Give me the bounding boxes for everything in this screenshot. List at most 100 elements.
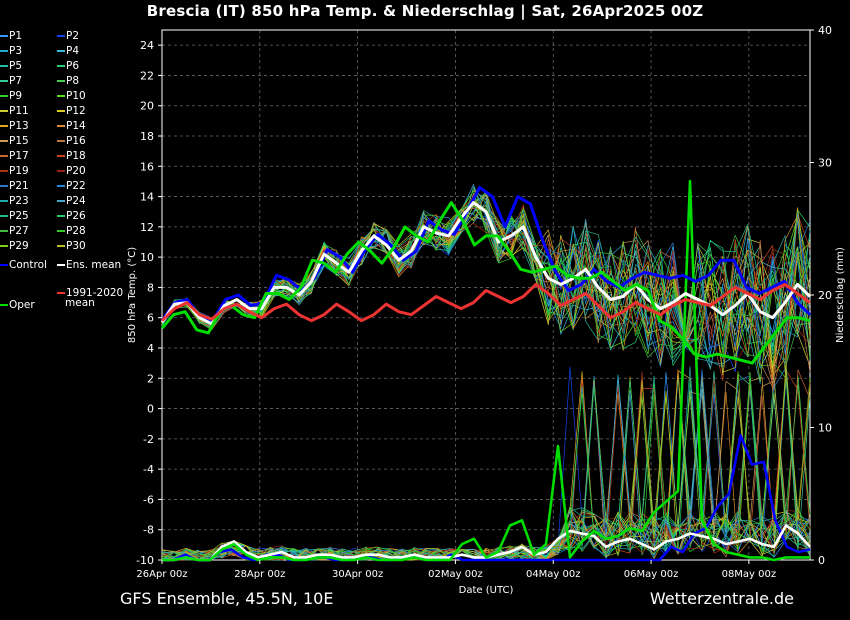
legend-item-p11: P11 xyxy=(0,105,29,119)
legend-swatch xyxy=(57,125,65,127)
legend-item-p21: P21 xyxy=(0,180,29,194)
y-tick-label-left: 20 xyxy=(140,100,154,113)
legend-swatch xyxy=(0,264,8,266)
legend-item-p4: P4 xyxy=(57,45,79,59)
legend-label: P1 xyxy=(9,30,23,42)
member-precip-line xyxy=(161,384,811,561)
member-temp-line xyxy=(161,198,811,378)
legend-item-p6: P6 xyxy=(57,60,79,74)
y-tick-label-left: -4 xyxy=(143,463,154,476)
legend-swatch xyxy=(57,170,65,172)
legend-label: P14 xyxy=(66,120,86,132)
legend-label: P7 xyxy=(9,75,23,87)
legend-swatch xyxy=(57,264,65,266)
legend-item-p16: P16 xyxy=(57,135,86,149)
legend-swatch xyxy=(57,65,65,67)
y-tick-label-left: -10 xyxy=(136,554,154,567)
legend-label: P15 xyxy=(9,135,29,147)
legend-label: P27 xyxy=(9,225,29,237)
legend-item-p20: P20 xyxy=(57,165,86,179)
legend-swatch xyxy=(0,140,8,142)
legend-swatch xyxy=(57,292,65,294)
legend-swatch xyxy=(0,65,8,67)
precip-series-oper xyxy=(162,179,810,562)
model-info: GFS Ensemble, 45.5N, 10E xyxy=(120,589,334,608)
legend-label: P22 xyxy=(66,180,86,192)
legend-label: P12 xyxy=(66,105,86,117)
legend-swatch xyxy=(57,200,65,202)
y-tick-label-left: 4 xyxy=(147,342,154,355)
y-tick-label-left: 6 xyxy=(147,312,154,325)
legend-swatch xyxy=(57,215,65,217)
legend-label: P23 xyxy=(9,195,29,207)
legend-item-p18: P18 xyxy=(57,150,86,164)
legend-label: P9 xyxy=(9,90,23,102)
legend-swatch xyxy=(0,155,8,157)
legend-swatch xyxy=(0,35,8,37)
legend-item-p14: P14 xyxy=(57,120,86,134)
legend-swatch xyxy=(57,245,65,247)
x-tick-label: 28Apr 00z xyxy=(234,569,285,580)
legend-label: Ens. mean xyxy=(66,259,122,271)
y-tick-label-right: 10 xyxy=(818,422,832,435)
y-tick-label-left: 10 xyxy=(140,251,154,264)
legend-swatch xyxy=(57,80,65,82)
legend-item-p29: P29 xyxy=(0,240,29,254)
legend-item-p30: P30 xyxy=(57,240,86,254)
legend-label: P26 xyxy=(66,210,86,222)
legend-item-p9: P9 xyxy=(0,90,22,104)
x-tick-label: 04May 00z xyxy=(526,569,581,580)
y-axis-right-label: Niederschlag (mm) xyxy=(835,247,846,343)
site-credit: Wetterzentrale.de xyxy=(649,589,794,608)
legend-label: P3 xyxy=(9,45,23,57)
legend-swatch xyxy=(0,245,8,247)
legend-item-p19: P19 xyxy=(0,165,29,179)
legend-label: P20 xyxy=(66,165,86,177)
legend-swatch xyxy=(0,50,8,52)
legend-label: P28 xyxy=(66,225,86,237)
legend-item-p28: P28 xyxy=(57,225,86,239)
y-tick-label-left: 0 xyxy=(147,403,154,416)
legend-item-p8: P8 xyxy=(57,75,79,89)
legend-item-p5: P5 xyxy=(0,60,22,74)
legend-swatch xyxy=(57,95,65,97)
legend-item-p26: P26 xyxy=(57,210,86,224)
legend-item-p25: P25 xyxy=(0,210,29,224)
x-tick-label: 30Apr 00z xyxy=(332,569,383,580)
legend-swatch xyxy=(0,110,8,112)
y-tick-label-left: 14 xyxy=(140,191,154,204)
legend-item-p22: P22 xyxy=(57,180,86,194)
x-tick-label: 26Apr 00z xyxy=(136,569,187,580)
legend-item-p27: P27 xyxy=(0,225,29,239)
main-series xyxy=(160,179,812,562)
x-tick-label: 08May 00z xyxy=(722,569,777,580)
legend-swatch xyxy=(0,185,8,187)
legend-swatch xyxy=(57,185,65,187)
legend-label: Control xyxy=(9,259,47,271)
legend-item-p3: P3 xyxy=(0,45,22,59)
legend-swatch xyxy=(0,125,8,127)
y-tick-label-left: 22 xyxy=(140,69,154,82)
legend-item-p17: P17 xyxy=(0,150,29,164)
legend-label: P5 xyxy=(9,60,23,72)
legend-swatch xyxy=(0,215,8,217)
y-tick-label-left: 18 xyxy=(140,130,154,143)
y-tick-label-left: 16 xyxy=(140,160,154,173)
legend-swatch xyxy=(0,95,8,97)
legend-swatch xyxy=(0,80,8,82)
legend-label: P24 xyxy=(66,195,86,207)
legend-label: P13 xyxy=(9,120,29,132)
legend-swatch xyxy=(0,170,8,172)
legend-swatch xyxy=(57,50,65,52)
legend-swatch xyxy=(0,200,8,202)
legend-label: Oper xyxy=(9,299,35,311)
y-tick-label-left: -6 xyxy=(143,493,154,506)
legend-item-oper: Oper xyxy=(0,299,35,313)
legend-item-p2: P2 xyxy=(57,30,79,44)
y-tick-label-left: 2 xyxy=(147,372,154,385)
legend-label: P29 xyxy=(9,240,29,252)
y-axis-left-label: 850 hPa Temp. (°C) xyxy=(127,247,138,343)
legend-label: P4 xyxy=(66,45,80,57)
x-axis-label: Date (UTC) xyxy=(459,585,514,596)
y-tick-label-left: -8 xyxy=(143,524,154,537)
